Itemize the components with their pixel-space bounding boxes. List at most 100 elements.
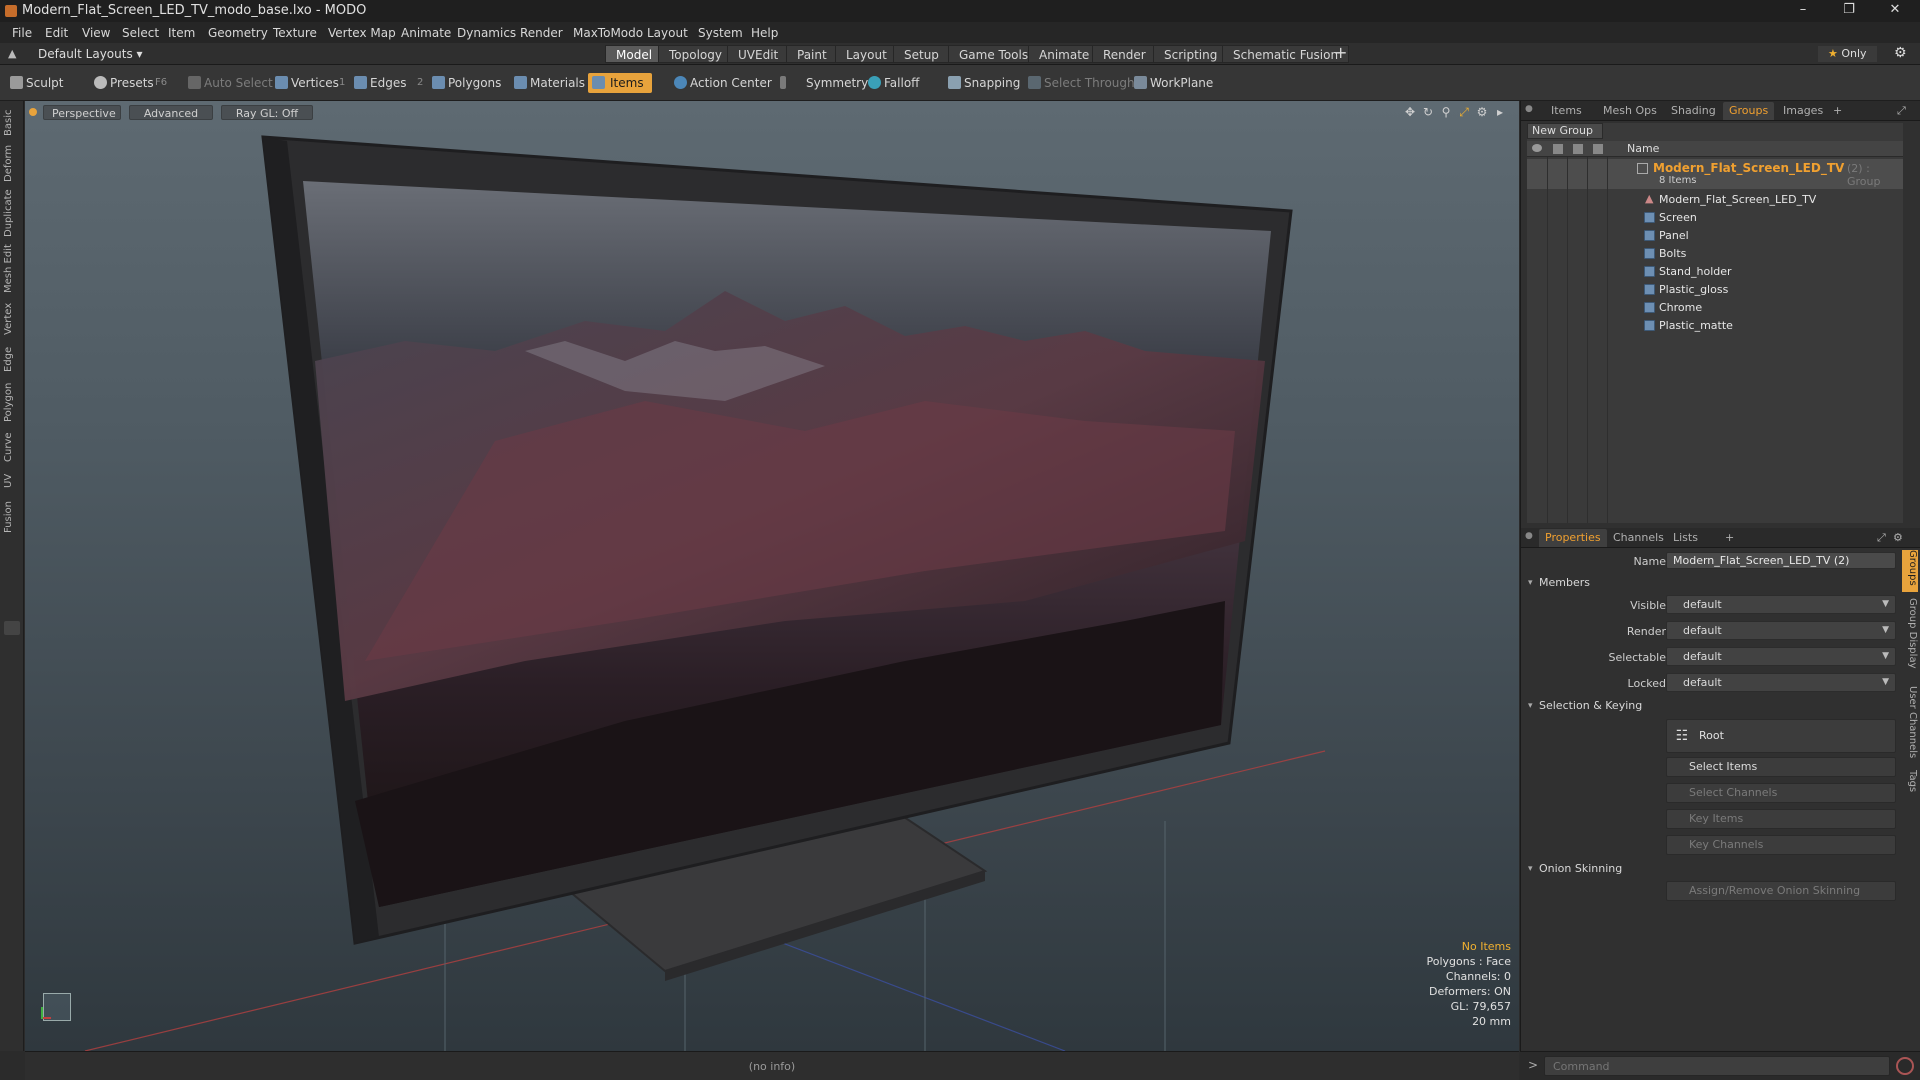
menu-maxtomodo[interactable]: MaxToModo [573, 26, 643, 40]
tab-setup[interactable]: Setup [893, 45, 950, 63]
tab-layout[interactable]: Layout [835, 45, 898, 63]
list-item[interactable]: Plastic_matte [1527, 317, 1903, 335]
tab-edge[interactable]: Edge [3, 343, 21, 375]
advanced-dropdown[interactable]: Advanced [129, 105, 213, 120]
menu-geometry[interactable]: Geometry [208, 26, 268, 40]
list-item[interactable]: ▲ Modern_Flat_Screen_LED_TV [1527, 191, 1903, 209]
new-group-button[interactable]: New Group [1527, 123, 1603, 139]
sculpt-button[interactable]: Sculpt [8, 73, 63, 93]
group-row[interactable]: Modern_Flat_Screen_LED_TV (2) : Group 8 … [1527, 159, 1903, 189]
tab-mesh-edit[interactable]: Mesh Edit [3, 243, 21, 295]
restore-icon[interactable]: ❐ [1826, 0, 1872, 22]
tab-properties[interactable]: Properties [1539, 529, 1607, 547]
menu-texture[interactable]: Texture [273, 26, 317, 40]
side-tab-tags[interactable]: Tags [1902, 770, 1918, 800]
viewport-menu-icon[interactable] [29, 108, 37, 116]
tab-scripting[interactable]: Scripting [1153, 45, 1229, 63]
snapping-button[interactable]: Snapping [946, 73, 1020, 93]
edges-button[interactable]: Edges [352, 73, 406, 93]
minimize-icon[interactable]: – [1780, 0, 1826, 22]
viewport-settings-icon[interactable]: ⚙ [1475, 105, 1489, 119]
panel-menu-icon[interactable]: ● [1525, 104, 1533, 114]
viewport-expand-icon[interactable]: ▸ [1493, 105, 1507, 119]
vertices-button[interactable]: Vertices [273, 73, 339, 93]
properties-gear-icon[interactable]: ⚙ [1893, 531, 1903, 544]
select-channels-button[interactable]: Select Channels [1666, 783, 1896, 803]
gear-icon[interactable]: ⚙ [1894, 45, 1907, 61]
tab-vertex[interactable]: Vertex [3, 299, 21, 339]
tab-polygon[interactable]: Polygon [3, 379, 21, 425]
rotate-icon[interactable]: ↻ [1421, 105, 1435, 119]
list-item[interactable]: Stand_holder [1527, 263, 1903, 281]
command-input[interactable] [1544, 1056, 1890, 1076]
key-channels-button[interactable]: Key Channels [1666, 835, 1896, 855]
menu-select[interactable]: Select [122, 26, 159, 40]
workplane-button[interactable]: WorkPlane [1132, 73, 1213, 93]
action-center-button[interactable]: Action Center [672, 73, 772, 93]
side-tab-groups[interactable]: Groups [1902, 550, 1918, 592]
side-tab-user-channels[interactable]: User Channels [1902, 686, 1918, 766]
onion-skinning-section[interactable]: Onion Skinning [1527, 860, 1903, 878]
tab-channels[interactable]: Channels [1613, 531, 1664, 544]
selectable-dropdown[interactable]: default ▼ [1666, 647, 1896, 666]
tab-paint[interactable]: Paint [786, 45, 838, 63]
close-icon[interactable]: ✕ [1872, 0, 1918, 22]
menu-system[interactable]: System [698, 26, 743, 40]
add-properties-tab-icon[interactable]: + [1725, 531, 1734, 544]
items-button[interactable]: Items [588, 73, 652, 93]
fit-icon[interactable]: ⤢ [1457, 105, 1471, 119]
menu-render[interactable]: Render [520, 26, 563, 40]
tab-duplicate[interactable]: Duplicate [3, 187, 21, 239]
select-through-button[interactable]: Select Through [1026, 73, 1135, 93]
locked-dropdown[interactable]: default ▼ [1666, 673, 1896, 692]
menu-view[interactable]: View [82, 26, 110, 40]
tab-deform[interactable]: Deform [3, 143, 21, 183]
polygons-button[interactable]: Polygons [430, 73, 501, 93]
tab-game-tools[interactable]: Game Tools [948, 45, 1040, 63]
raygl-dropdown[interactable]: Ray GL: Off [221, 105, 313, 120]
selection-keying-section[interactable]: Selection & Keying [1527, 697, 1903, 715]
visible-dropdown[interactable]: default ▼ [1666, 595, 1896, 614]
record-icon[interactable] [1896, 1057, 1914, 1075]
tab-topology[interactable]: Topology [658, 45, 733, 63]
key-items-button[interactable]: Key Items [1666, 809, 1896, 829]
tab-render[interactable]: Render [1092, 45, 1157, 63]
list-item[interactable]: Chrome [1527, 299, 1903, 317]
add-panel-tab-icon[interactable]: + [1833, 104, 1842, 117]
presets-button[interactable]: Presets [92, 73, 154, 93]
menu-dynamics[interactable]: Dynamics [457, 26, 516, 40]
zoom-icon[interactable]: ⚲ [1439, 105, 1453, 119]
tab-mesh-ops[interactable]: Mesh Ops [1603, 104, 1657, 117]
only-toggle[interactable]: ★ Only [1818, 46, 1877, 62]
falloff-button[interactable]: Falloff [866, 73, 919, 93]
tab-schematic-fusion[interactable]: Schematic Fusion [1222, 45, 1350, 63]
tab-items[interactable]: Items [1551, 104, 1582, 117]
tab-fusion[interactable]: Fusion [3, 497, 21, 537]
menu-help[interactable]: Help [751, 26, 778, 40]
symmetry-button[interactable]: Symmetry [778, 73, 868, 93]
menu-animate[interactable]: Animate [401, 26, 451, 40]
default-layouts-dropdown[interactable]: Default Layouts ▾ [38, 47, 143, 61]
tab-uv[interactable]: UV [3, 469, 21, 493]
tab-lists[interactable]: Lists [1673, 531, 1698, 544]
list-item[interactable]: Screen [1527, 209, 1903, 227]
list-item[interactable]: Bolts [1527, 245, 1903, 263]
members-section[interactable]: Members [1527, 574, 1903, 592]
pan-icon[interactable]: ✥ [1403, 105, 1417, 119]
menu-vertex-map[interactable]: Vertex Map [328, 26, 396, 40]
assign-onion-skinning-button[interactable]: Assign/Remove Onion Skinning [1666, 881, 1896, 901]
tab-groups[interactable]: Groups [1723, 102, 1775, 120]
properties-menu-icon[interactable]: ● [1525, 531, 1533, 541]
materials-button[interactable]: Materials [512, 73, 585, 93]
properties-expand-icon[interactable]: ⤢ [1877, 531, 1886, 545]
tab-images[interactable]: Images [1783, 104, 1823, 117]
tab-basic[interactable]: Basic [3, 107, 21, 139]
root-button[interactable]: ☷ Root [1666, 719, 1896, 753]
auto-select-button[interactable]: Auto Select [186, 73, 273, 93]
menu-layout[interactable]: Layout [647, 26, 688, 40]
tab-curve[interactable]: Curve [3, 429, 21, 465]
toggle-tabs-icon[interactable] [4, 621, 20, 635]
layouts-icon[interactable]: ▲ [8, 47, 16, 60]
add-tab-icon[interactable]: + [1334, 43, 1347, 62]
render-dropdown[interactable]: default ▼ [1666, 621, 1896, 640]
